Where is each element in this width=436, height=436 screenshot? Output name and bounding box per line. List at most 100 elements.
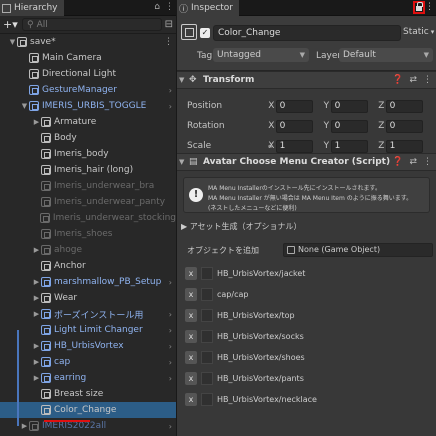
prefab-open-chevron-icon[interactable]: › xyxy=(169,278,172,287)
kebab-menu-icon[interactable]: ⋮ xyxy=(423,157,432,167)
preset-icon[interactable]: ⇄ xyxy=(409,75,417,85)
static-toggle[interactable]: Static ▾ xyxy=(403,27,434,37)
hierarchy-row[interactable]: Imeris_hair (long) xyxy=(0,162,176,178)
transform-z-field[interactable]: 0 xyxy=(385,99,424,113)
prefab-open-chevron-icon[interactable]: › xyxy=(169,342,172,351)
foldout-arrow-icon[interactable]: ▼ xyxy=(179,76,189,84)
hierarchy-row[interactable]: Imeris_body xyxy=(0,146,176,162)
hierarchy-row[interactable]: ▶ HB_UrbisVortex › xyxy=(0,338,176,354)
foldout-arrow-icon[interactable]: ▶ xyxy=(32,246,41,254)
foldout-arrow-icon[interactable]: ▼ xyxy=(20,102,29,110)
hierarchy-row[interactable]: ▶ cap › xyxy=(0,354,176,370)
inspector-lock-button[interactable] xyxy=(413,1,425,14)
transform-x-field[interactable]: 1 xyxy=(275,139,314,153)
object-name-field[interactable]: Color_Change xyxy=(213,25,401,41)
hierarchy-row[interactable]: Imeris_underwear_stocking xyxy=(0,210,176,226)
transform-z-field[interactable]: 1 xyxy=(385,139,424,153)
hierarchy-row[interactable]: Breast size xyxy=(0,386,176,402)
hierarchy-row[interactable]: Imeris_underwear_panty xyxy=(0,194,176,210)
object-thumbnail[interactable] xyxy=(201,392,213,406)
hierarchy-row-label: Anchor xyxy=(54,261,86,271)
foldout-arrow-icon[interactable]: ▶ xyxy=(32,358,41,366)
transform-z-field[interactable]: 0 xyxy=(385,119,424,133)
object-thumbnail[interactable] xyxy=(201,371,213,385)
hierarchy-row[interactable]: Main Camera xyxy=(0,50,176,66)
help-icon[interactable]: ❓ xyxy=(392,157,403,167)
kebab-menu-icon[interactable]: ⋮ xyxy=(164,37,173,47)
kebab-menu-icon[interactable]: ⋮ xyxy=(165,2,174,12)
layer-dropdown[interactable]: Default ▼ xyxy=(339,48,433,62)
foldout-arrow-icon[interactable]: ▼ xyxy=(8,38,17,46)
gameobject-icon xyxy=(41,245,51,255)
hierarchy-row[interactable]: GestureManager › xyxy=(0,82,176,98)
help-icon[interactable]: ❓ xyxy=(392,75,403,85)
add-button[interactable]: +▾ xyxy=(3,18,19,31)
constrain-proportions-icon[interactable]: ⚭ xyxy=(267,142,274,151)
kebab-menu-icon[interactable]: ⋮ xyxy=(425,2,434,12)
hierarchy-row[interactable]: Imeris_underwear_bra xyxy=(0,178,176,194)
hierarchy-row[interactable]: ▼ save* ⋮ xyxy=(0,34,176,50)
remove-button[interactable]: x xyxy=(185,287,197,301)
hierarchy-row[interactable]: ▶ earring › xyxy=(0,370,176,386)
hierarchy-row[interactable]: ▶ marshmallow_PB_Setup › xyxy=(0,274,176,290)
foldout-arrow-icon[interactable]: ▶ xyxy=(32,278,41,286)
transform-x-field[interactable]: 0 xyxy=(275,99,314,113)
transform-y-field[interactable]: 1 xyxy=(330,139,369,153)
transform-y-field[interactable]: 0 xyxy=(330,99,369,113)
foldout-arrow-icon[interactable]: ▶ xyxy=(32,342,41,350)
foldout-arrow-icon[interactable]: ▶ xyxy=(32,374,41,382)
foldout-arrow-icon[interactable]: ▶ xyxy=(20,422,29,430)
info-line: (ネストしたメニューなどに便利) xyxy=(208,205,297,212)
remove-button[interactable]: x xyxy=(185,266,197,280)
remove-button[interactable]: x xyxy=(185,308,197,322)
object-thumbnail[interactable] xyxy=(201,350,213,364)
prefab-open-chevron-icon[interactable]: › xyxy=(169,374,172,383)
lock-icon[interactable]: ⌂ xyxy=(154,2,160,12)
prefab-open-chevron-icon[interactable]: › xyxy=(169,102,172,111)
search-input[interactable]: ⚲ All xyxy=(22,18,162,31)
tag-dropdown[interactable]: Untagged ▼ xyxy=(213,48,309,62)
hierarchy-row[interactable]: ▼ IMERIS_URBIS_TOGGLE › xyxy=(0,98,176,114)
kebab-menu-icon[interactable]: ⋮ xyxy=(423,75,432,85)
object-thumbnail[interactable] xyxy=(201,329,213,343)
foldout-arrow-icon[interactable]: ▼ xyxy=(179,158,189,166)
foldout-arrow-icon[interactable]: ▶ xyxy=(32,118,41,126)
object-thumbnail[interactable] xyxy=(201,308,213,322)
hierarchy-row[interactable]: Directional Light xyxy=(0,66,176,82)
hierarchy-tab[interactable]: Hierarchy xyxy=(0,0,64,16)
inspector-tab[interactable]: ⓘ Inspector xyxy=(177,0,239,16)
transform-x-field[interactable]: 0 xyxy=(275,119,314,133)
object-thumbnail[interactable] xyxy=(201,287,213,301)
object-thumbnail[interactable] xyxy=(201,266,213,280)
preset-icon[interactable]: ⇄ xyxy=(409,157,417,167)
asset-generation-foldout[interactable]: ▶ アセット生成（オプショナル） xyxy=(181,221,302,232)
object-field[interactable]: None (Game Object) xyxy=(283,243,433,257)
foldout-arrow-icon[interactable]: ▶ xyxy=(32,294,41,302)
hierarchy-row[interactable]: ▶ ahoge xyxy=(0,242,176,258)
prefab-open-chevron-icon[interactable]: › xyxy=(169,310,172,319)
remove-button[interactable]: x xyxy=(185,371,197,385)
prefab-open-chevron-icon[interactable]: › xyxy=(169,358,172,367)
hierarchy-row[interactable]: Light Limit Changer › xyxy=(0,322,176,338)
avatar-menu-creator-header[interactable]: ▼ ▤ Avatar Choose Menu Creator (Script) … xyxy=(177,153,436,171)
remove-button[interactable]: x xyxy=(185,392,197,406)
remove-button[interactable]: x xyxy=(185,350,197,364)
hierarchy-row[interactable]: Color_Change xyxy=(0,402,176,418)
remove-button[interactable]: x xyxy=(185,329,197,343)
info-icon: ⓘ xyxy=(179,4,189,15)
hierarchy-row[interactable]: Anchor xyxy=(0,258,176,274)
transform-header[interactable]: ▼ ✥ Transform ❓ ⇄ ⋮ xyxy=(177,71,436,89)
hierarchy-row[interactable]: Imeris_shoes xyxy=(0,226,176,242)
foldout-arrow-icon[interactable]: ▶ xyxy=(32,310,41,318)
hierarchy-row[interactable]: ▶ Wear xyxy=(0,290,176,306)
hierarchy-row[interactable]: ▶ ポーズインストール用 › xyxy=(0,306,176,322)
scene-visibility-icon[interactable]: ⊟ xyxy=(165,19,173,30)
prefab-open-chevron-icon[interactable]: › xyxy=(169,422,172,431)
hierarchy-row[interactable]: Body xyxy=(0,130,176,146)
active-checkbox[interactable]: ✓ xyxy=(200,28,210,38)
hierarchy-row[interactable]: ▶ Armature xyxy=(0,114,176,130)
transform-y-field[interactable]: 0 xyxy=(330,119,369,133)
prefab-open-chevron-icon[interactable]: › xyxy=(169,326,172,335)
prefab-open-chevron-icon[interactable]: › xyxy=(169,86,172,95)
hierarchy-tab-label: Hierarchy xyxy=(14,3,58,13)
